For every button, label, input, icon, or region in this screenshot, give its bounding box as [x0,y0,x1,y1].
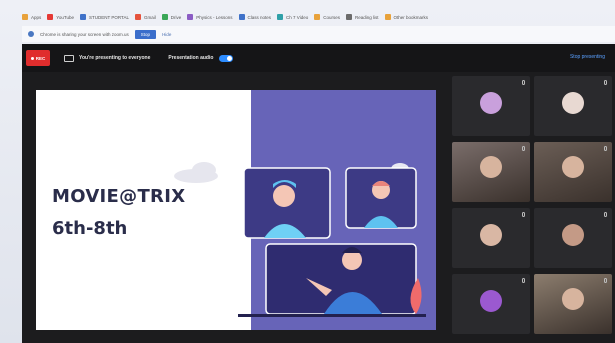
participant-avatar [480,224,502,246]
bookmark-favicon-icon [277,14,284,20]
muted-mic-icon [522,80,525,85]
bookmark-label: STUDENT PORTAL [88,14,129,20]
bookmark-favicon-icon [22,14,28,20]
bookmark-favicon-icon [47,14,54,20]
participant-tile[interactable] [534,142,612,202]
bookmark-label: Courses [323,14,340,20]
meeting-toolbar: REC You're presenting to everyone Presen… [22,44,615,72]
participant-video [480,156,502,178]
bookmark-label: Ch 7 Video [286,14,309,20]
bookmark-item[interactable]: Apps [22,14,41,20]
participant-avatar [480,290,502,312]
muted-mic-icon [522,278,525,283]
participant-tile[interactable] [452,142,530,202]
participant-tile[interactable] [534,274,612,334]
bookmark-item[interactable]: Class notes [238,14,272,20]
bookmark-label: Apps [31,14,42,20]
bookmark-item[interactable]: STUDENT PORTAL [79,14,129,20]
bookmark-item[interactable]: YouTube [47,14,74,20]
muted-mic-icon [604,278,607,283]
bookmark-favicon-icon [345,14,352,20]
hide-link[interactable]: Hide [162,32,171,37]
shared-slide: MOVIE@TRIX 6th-8th [36,90,436,330]
notification-text: Chrome is sharing your screen with zoom.… [40,31,129,37]
participant-tile[interactable] [452,208,530,268]
muted-mic-icon [522,146,525,151]
presentation-audio-toggle[interactable] [219,54,234,62]
bookmark-favicon-icon [79,14,86,20]
bookmark-favicon-icon [314,14,321,20]
participant-tile[interactable] [452,274,530,334]
bookmark-label: Physics - Lessons [196,14,233,20]
bookmark-favicon-icon [134,14,141,20]
record-indicator[interactable]: REC [26,50,50,66]
record-label: REC [35,55,46,61]
muted-mic-icon [604,80,607,85]
bookmark-item[interactable]: Gmail [134,14,156,20]
bookmark-item[interactable]: Ch 7 Video [277,14,308,20]
stop-sharing-button[interactable]: Stop [134,29,157,39]
bookmark-label: Other bookmarks [393,14,429,20]
record-dot-icon [30,56,34,60]
bookmarks-bar: Apps YouTube STUDENT PORTAL Gmail Drive Physi… [22,10,615,24]
presentation-audio-label: Presentation audio [168,55,214,61]
bookmark-item[interactable]: Physics - Lessons [187,14,233,20]
info-icon [28,31,34,37]
screen: Apps YouTube STUDENT PORTAL Gmail Drive Physi… [0,0,615,343]
meeting-window: REC You're presenting to everyone Presen… [22,44,615,343]
bookmark-favicon-icon [187,14,194,20]
screen-share-notification: Chrome is sharing your screen with zoom.… [22,26,615,42]
presenting-status: You're presenting to everyone [79,55,151,61]
bookmark-favicon-icon [384,14,391,20]
slide-subtitle: 6th-8th [52,218,128,239]
bookmark-item[interactable]: Courses [314,14,340,20]
bookmark-label: Reading list [354,14,379,20]
participant-avatar [480,92,502,114]
bookmark-item[interactable]: Other bookmarks [384,14,429,20]
stop-presenting-button[interactable]: Stop presenting [570,54,605,60]
bookmark-label: Drive [170,14,182,20]
screen-share-icon [64,54,74,62]
bookmark-label: Gmail [143,14,156,20]
bookmark-item[interactable]: Reading list [345,14,379,20]
video-call-illustration [174,162,426,317]
participant-avatar [562,92,584,114]
bookmark-label: Class notes [247,14,272,20]
bookmark-favicon-icon [161,14,168,20]
muted-mic-icon [522,212,525,217]
participant-video [562,288,584,310]
muted-mic-icon [604,146,607,151]
participant-video [562,156,584,178]
muted-mic-icon [604,212,607,217]
participant-tile[interactable] [452,76,530,136]
participant-tile[interactable] [534,208,612,268]
participant-tile[interactable] [534,76,612,136]
bookmark-favicon-icon [238,14,245,20]
bookmark-label: YouTube [56,14,74,20]
bookmark-item[interactable]: Drive [161,14,182,20]
participant-avatar [562,224,584,246]
